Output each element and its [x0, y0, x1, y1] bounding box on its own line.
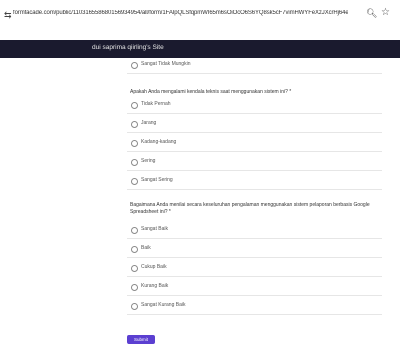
- radio-icon[interactable]: [131, 62, 138, 69]
- radio-icon[interactable]: [131, 159, 138, 166]
- site-header: dui saprima qiirling's Site: [0, 40, 400, 58]
- option-label: Sering: [141, 158, 156, 164]
- question-1: Apakah Anda mengalami kendala teknis saa…: [130, 89, 292, 95]
- option-label: Kadang-kadang: [141, 139, 177, 145]
- radio-icon[interactable]: [131, 227, 138, 234]
- site-title: dui saprima qiirling's Site: [92, 44, 164, 51]
- q1-option-2[interactable]: Jarang: [127, 117, 382, 133]
- option-label: Kurang Baik: [141, 283, 169, 289]
- site-settings-icon[interactable]: ⇆: [4, 10, 12, 21]
- q1-option-3[interactable]: Kadang-kadang: [127, 136, 382, 152]
- q2-option-5[interactable]: Sangat Kurang Baik: [127, 299, 382, 315]
- option-label: Baik: [141, 245, 151, 251]
- q2-option-1[interactable]: Sangat Baik: [127, 223, 382, 239]
- question-2: Bagaimana Anda menilai secara keseluruha…: [130, 202, 370, 215]
- q1-option-1[interactable]: Tidak Pernah: [127, 98, 382, 114]
- radio-icon[interactable]: [131, 265, 138, 272]
- option-label: Sangat Kurang Baik: [141, 302, 186, 308]
- radio-icon[interactable]: [131, 102, 138, 109]
- option-label: Sangat Baik: [141, 226, 168, 232]
- radio-icon[interactable]: [131, 140, 138, 147]
- url-field[interactable]: formfacade.com/public/110316558680156934…: [13, 10, 348, 16]
- browser-address-bar: ⇆ formfacade.com/public/1103165586801569…: [0, 0, 400, 41]
- q2-option-2[interactable]: Baik: [127, 242, 382, 258]
- q2-option-4[interactable]: Kurang Baik: [127, 280, 382, 296]
- option-label: Tidak Pernah: [141, 101, 171, 107]
- option-label: Cukup Baik: [141, 264, 167, 270]
- submit-button[interactable]: Submit: [127, 335, 155, 344]
- radio-icon[interactable]: [131, 121, 138, 128]
- radio-icon[interactable]: [131, 178, 138, 185]
- option-label: Sangat Tidak Mungkin: [141, 61, 191, 67]
- radio-icon[interactable]: [131, 246, 138, 253]
- q2-option-3[interactable]: Cukup Baik: [127, 261, 382, 277]
- q1-option-4[interactable]: Sering: [127, 155, 382, 171]
- radio-icon[interactable]: [131, 303, 138, 310]
- option-label: Sangat Sering: [141, 177, 173, 183]
- radio-icon[interactable]: [131, 284, 138, 291]
- bookmark-star-icon[interactable]: ☆: [381, 7, 390, 18]
- zoom-icon[interactable]: 🔍︎: [366, 8, 377, 19]
- option-top[interactable]: Sangat Tidak Mungkin: [127, 58, 382, 74]
- q1-option-5[interactable]: Sangat Sering: [127, 174, 382, 190]
- option-label: Jarang: [141, 120, 157, 126]
